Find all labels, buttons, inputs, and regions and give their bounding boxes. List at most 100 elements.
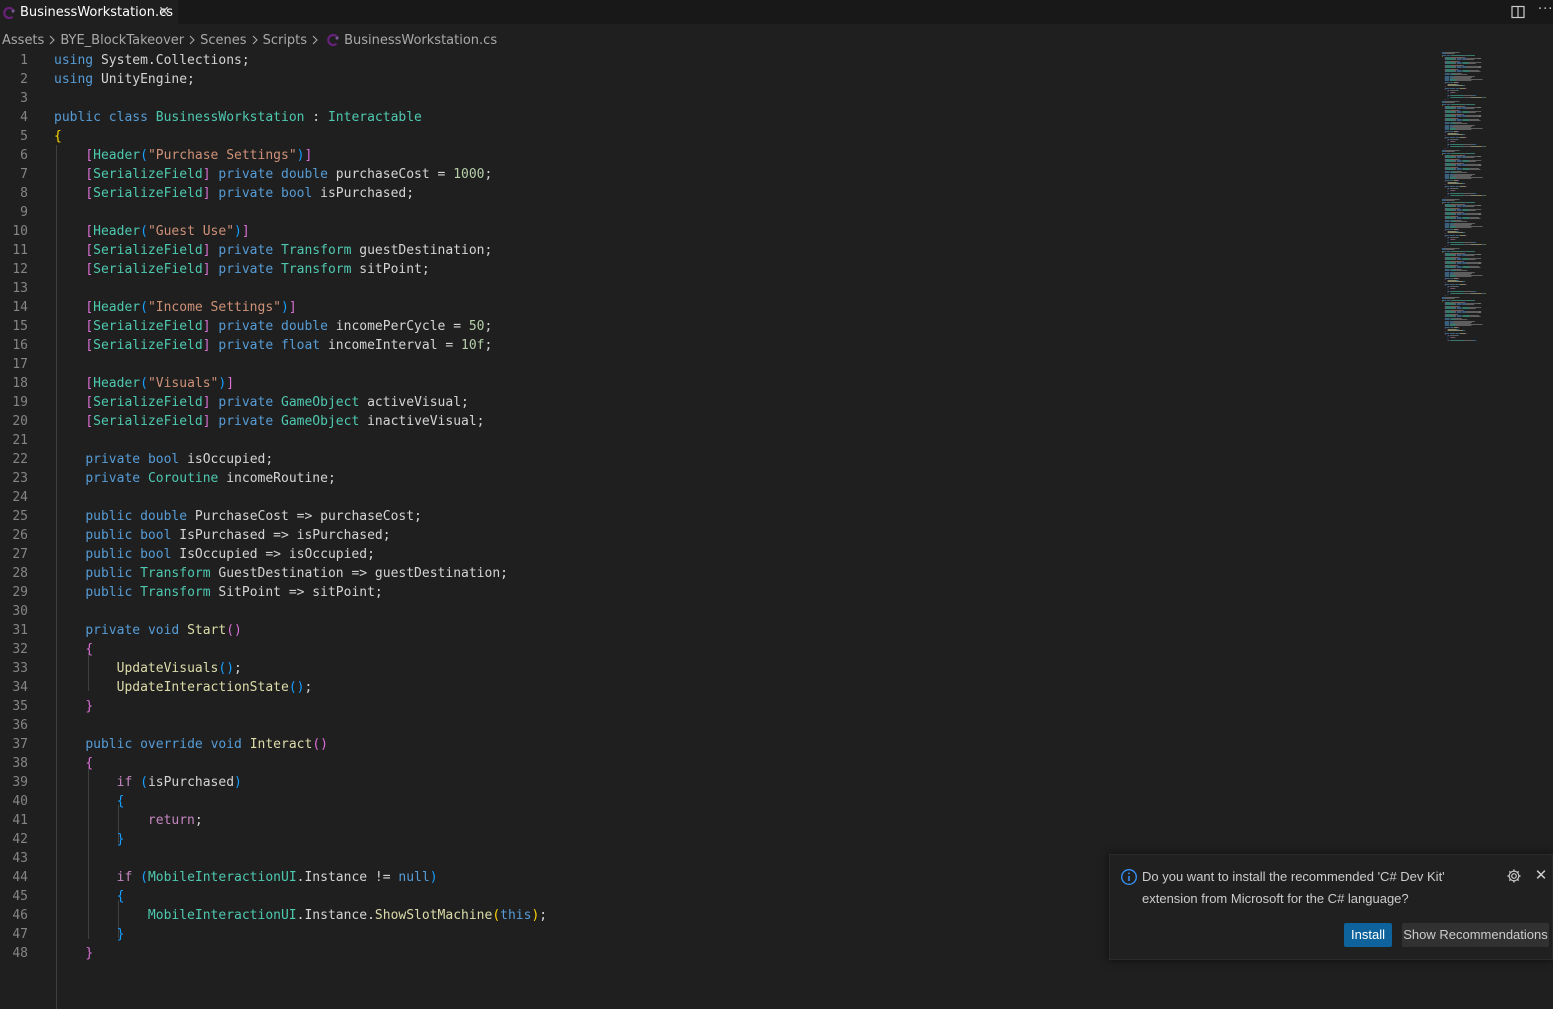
minimap-token bbox=[1449, 261, 1451, 262]
code-line[interactable]: 12 [SerializeField] private Transform si… bbox=[0, 260, 1440, 279]
code-line[interactable]: 28 public Transform GuestDestination => … bbox=[0, 564, 1440, 583]
minimap-token bbox=[1444, 334, 1446, 335]
code-line[interactable]: 37 public override void Interact() bbox=[0, 735, 1440, 754]
close-icon[interactable]: ✕ bbox=[1533, 867, 1549, 883]
minimap-token bbox=[1444, 233, 1446, 234]
minimap-token bbox=[1444, 157, 1446, 158]
minimap-token bbox=[1444, 197, 1446, 198]
show-recommendations-button[interactable]: Show Recommendations bbox=[1402, 923, 1549, 947]
minimap-token bbox=[1445, 259, 1456, 260]
code-line[interactable]: 24 bbox=[0, 488, 1440, 507]
minimap-token bbox=[1450, 114, 1463, 115]
code-line[interactable]: 16 [SerializeField] private float income… bbox=[0, 336, 1440, 355]
minimap-token bbox=[1484, 146, 1486, 147]
minimap-token bbox=[1449, 335, 1451, 336]
code-text: private void Start() bbox=[85, 623, 242, 638]
minimap-token bbox=[1445, 163, 1450, 164]
code-line[interactable]: 29 public Transform SitPoint => sitPoint… bbox=[0, 583, 1440, 602]
breadcrumb-item[interactable]: Scenes bbox=[200, 33, 246, 48]
code-line[interactable]: 41 return; bbox=[0, 811, 1440, 830]
breadcrumb-item[interactable]: BYE_BlockTakeover bbox=[60, 33, 184, 48]
minimap-token bbox=[1449, 257, 1451, 258]
code-line[interactable]: 32 { bbox=[0, 640, 1440, 659]
editor-tab[interactable]: # BusinessWorkstation.cs ✕ bbox=[0, 0, 178, 24]
minimap-token bbox=[1449, 174, 1454, 175]
breadcrumb-item[interactable]: Scripts bbox=[263, 33, 307, 48]
minimap-token bbox=[1463, 57, 1465, 58]
code-line[interactable]: 22 private bool isOccupied; bbox=[0, 450, 1440, 469]
code-line[interactable]: 42 } bbox=[0, 830, 1440, 849]
gear-icon[interactable] bbox=[1506, 868, 1522, 884]
install-button[interactable]: Install bbox=[1344, 923, 1392, 947]
minimap-token bbox=[1447, 95, 1449, 96]
minimap-token bbox=[1444, 58, 1446, 59]
code-line[interactable]: 40 { bbox=[0, 792, 1440, 811]
more-actions-icon[interactable]: ··· bbox=[1538, 2, 1553, 17]
code-line[interactable]: 20 [SerializeField] private GameObject i… bbox=[0, 412, 1440, 431]
minimap-token bbox=[1449, 333, 1456, 334]
code-line[interactable]: 25 public double PurchaseCost => purchas… bbox=[0, 507, 1440, 526]
code-line[interactable]: 4 public class BusinessWorkstation : Inte… bbox=[0, 108, 1440, 127]
minimap-token bbox=[1444, 132, 1446, 133]
code-line[interactable]: 3 bbox=[0, 89, 1440, 108]
code-line[interactable]: 31 private void Start() bbox=[0, 621, 1440, 640]
minimap-token bbox=[1472, 242, 1476, 243]
code-line[interactable]: 26 public bool IsPurchased => isPurchase… bbox=[0, 526, 1440, 545]
code-line[interactable]: 33 UpdateVisuals(); bbox=[0, 659, 1440, 678]
minimap-token bbox=[1462, 258, 1469, 259]
minimap-token bbox=[1462, 169, 1470, 170]
minimap-token bbox=[1469, 267, 1481, 268]
code-line[interactable]: 21 bbox=[0, 431, 1440, 450]
minimap-token bbox=[1480, 58, 1482, 59]
code-line[interactable]: 11 [SerializeField] private Transform gu… bbox=[0, 241, 1440, 260]
code-line[interactable]: 27 public bool IsOccupied => isOccupied; bbox=[0, 545, 1440, 564]
code-line[interactable]: 38 { bbox=[0, 754, 1440, 773]
code-line[interactable]: 5{ bbox=[0, 127, 1440, 146]
minimap-token bbox=[1480, 214, 1482, 215]
split-editor-icon[interactable] bbox=[1511, 4, 1525, 19]
minimap-token bbox=[1449, 61, 1451, 62]
code-line[interactable]: 13 bbox=[0, 279, 1440, 298]
minimap-token bbox=[1444, 310, 1446, 311]
code-line[interactable]: 15 [SerializeField] private double incom… bbox=[0, 317, 1440, 336]
tab-close-icon[interactable]: ✕ bbox=[156, 3, 172, 21]
minimap-token bbox=[1450, 193, 1464, 194]
code-line[interactable]: 9 bbox=[0, 203, 1440, 222]
code-line[interactable]: 35 } bbox=[0, 697, 1440, 716]
code-line[interactable]: 39 if (isPurchased) bbox=[0, 773, 1440, 792]
minimap-token bbox=[1456, 221, 1468, 222]
code-line[interactable]: 17 bbox=[0, 355, 1440, 374]
code-line[interactable]: 1 using System.Collections; bbox=[0, 51, 1440, 70]
minimap-token bbox=[1444, 314, 1446, 315]
breadcrumb-file[interactable]: BusinessWorkstation.cs bbox=[344, 33, 497, 48]
code-editor[interactable]: 1 using System.Collections; 2 using UnityEn… bbox=[0, 50, 1440, 1009]
code-line[interactable]: 10 [Header("Guest Use")] bbox=[0, 222, 1440, 241]
minimap-token bbox=[1447, 145, 1449, 146]
code-line[interactable]: 34 UpdateInteractionState(); bbox=[0, 678, 1440, 697]
code-line[interactable]: 36 bbox=[0, 716, 1440, 735]
minimap-token bbox=[1466, 311, 1480, 312]
breadcrumb-item[interactable]: Assets bbox=[2, 33, 44, 48]
minimap[interactable] bbox=[1440, 50, 1540, 350]
code-line[interactable]: 8 [SerializeField] private bool isPurcha… bbox=[0, 184, 1440, 203]
code-line[interactable]: 19 [SerializeField] private GameObject a… bbox=[0, 393, 1440, 412]
minimap-token bbox=[1450, 73, 1454, 74]
code-line[interactable]: 18 [Header("Visuals")] bbox=[0, 374, 1440, 393]
minimap-token bbox=[1444, 186, 1449, 187]
minimap-token bbox=[1468, 160, 1482, 161]
minimap-token bbox=[1444, 331, 1446, 332]
code-line[interactable]: 23 private Coroutine incomeRoutine; bbox=[0, 469, 1440, 488]
minimap-token bbox=[1444, 307, 1446, 308]
minimap-token bbox=[1466, 213, 1480, 214]
minimap-token bbox=[1445, 161, 1456, 162]
code-line[interactable]: 14 [Header("Income Settings")] bbox=[0, 298, 1440, 317]
minimap-token bbox=[1447, 139, 1449, 140]
minimap-token bbox=[1445, 58, 1456, 59]
minimap-token bbox=[1444, 220, 1450, 221]
code-line[interactable]: 2 using UnityEngine; bbox=[0, 70, 1440, 89]
code-line[interactable]: 30 bbox=[0, 602, 1440, 621]
code-line[interactable]: 6 [Header("Purchase Settings")] bbox=[0, 146, 1440, 165]
minimap-token bbox=[1450, 220, 1454, 221]
code-line[interactable]: 7 [SerializeField] private double purcha… bbox=[0, 165, 1440, 184]
minimap-token bbox=[1457, 180, 1459, 181]
